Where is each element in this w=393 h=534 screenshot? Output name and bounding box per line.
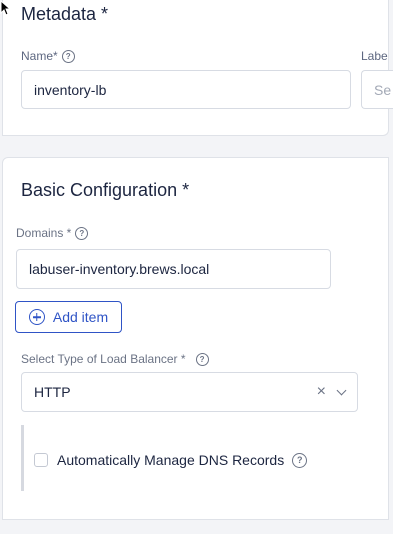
select-actions: × xyxy=(317,373,347,411)
close-icon[interactable]: × xyxy=(317,383,326,401)
lb-type-label: Select Type of Load Balancer * ? xyxy=(21,352,209,366)
dns-section-bar xyxy=(21,425,24,491)
lb-type-label-text: Select Type of Load Balancer * xyxy=(21,352,186,366)
help-icon[interactable]: ? xyxy=(195,352,209,366)
metadata-title: Metadata * xyxy=(21,4,109,24)
mouse-cursor-icon xyxy=(0,0,10,16)
help-icon[interactable]: ? xyxy=(75,226,89,240)
chevron-down-icon[interactable] xyxy=(336,385,347,395)
help-icon[interactable]: ? xyxy=(61,49,75,63)
manage-dns-checkbox[interactable] xyxy=(34,453,48,467)
name-input[interactable]: inventory-lb xyxy=(21,70,351,109)
manage-dns-label: Automatically Manage DNS Records ? xyxy=(57,452,308,468)
manage-dns-label-text: Automatically Manage DNS Records xyxy=(57,452,285,468)
plus-circle-icon xyxy=(28,309,45,325)
labels-input[interactable]: Se xyxy=(361,70,393,109)
domain-input[interactable]: labuser-inventory.brews.local xyxy=(16,249,331,289)
domains-label-text: Domains * xyxy=(16,226,72,240)
metadata-card: Metadata * Name* ? inventory-lb Labe Se xyxy=(2,0,393,136)
add-item-label: Add item xyxy=(52,309,109,325)
help-icon[interactable]: ? xyxy=(292,452,308,468)
add-item-button[interactable]: Add item xyxy=(15,301,122,333)
domains-label: Domains * ? xyxy=(16,226,89,240)
lb-type-value: HTTP xyxy=(34,384,71,400)
name-label-text: Name* xyxy=(21,49,58,63)
lb-type-select[interactable]: HTTP × xyxy=(21,372,358,412)
basic-configuration-title: Basic Configuration * xyxy=(21,180,190,200)
name-label: Name* ? xyxy=(21,49,75,63)
labels-label: Labe xyxy=(361,49,388,63)
